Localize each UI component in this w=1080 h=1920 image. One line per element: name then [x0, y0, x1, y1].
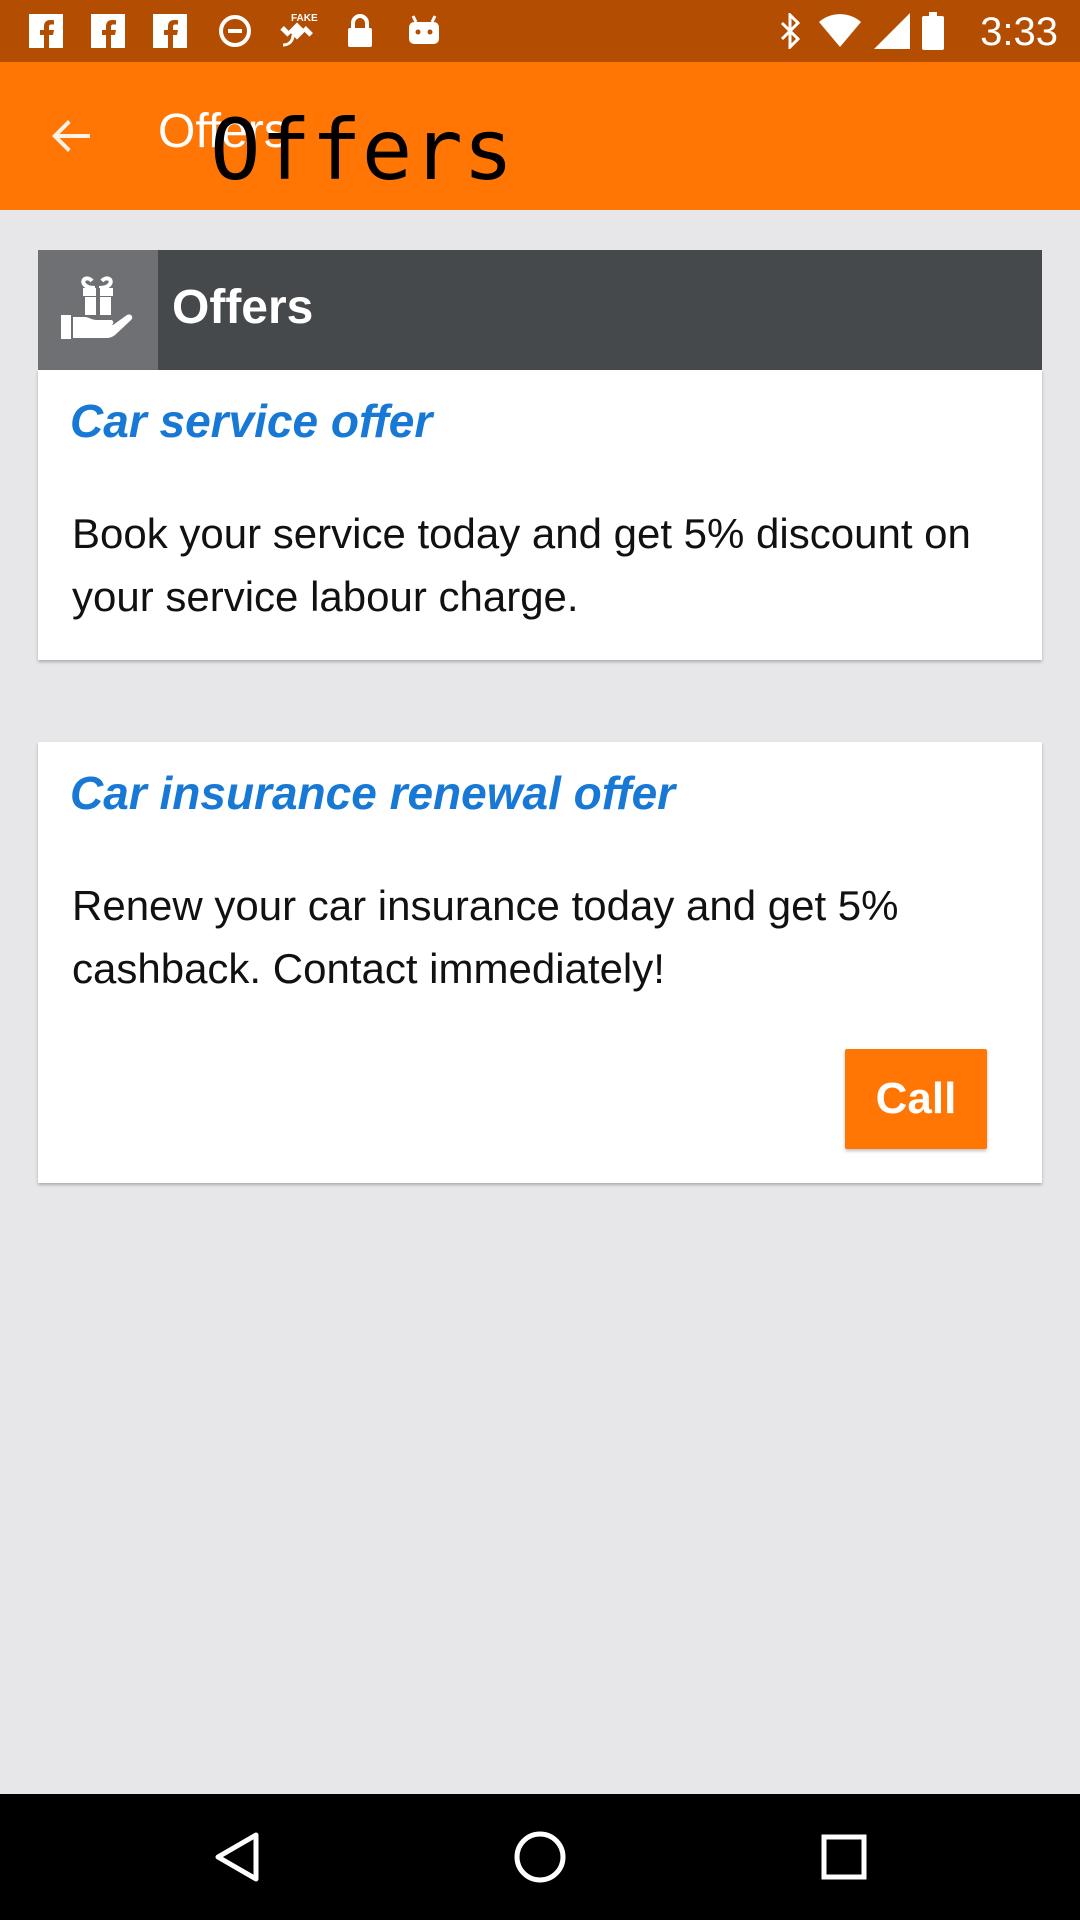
- arrow-back-icon[interactable]: [42, 106, 102, 166]
- gift-hand-icon: [38, 250, 158, 370]
- fake-gps-icon: FAKE: [276, 13, 322, 49]
- facebook-icon: [28, 13, 64, 49]
- overlay-title: Offers: [210, 101, 514, 199]
- data-saver-icon: [216, 13, 254, 49]
- back-triangle-icon[interactable]: [201, 1822, 271, 1892]
- offer-title: Car insurance renewal offer: [70, 767, 676, 819]
- svg-text:FAKE: FAKE: [291, 13, 318, 24]
- battery-icon: [920, 12, 946, 50]
- facebook-icon: [90, 13, 126, 49]
- system-nav-bar: [0, 1794, 1080, 1920]
- offer-title: Car service offer: [70, 395, 433, 447]
- android-icon: [406, 13, 442, 49]
- signal-icon: [872, 13, 912, 49]
- offers-header: Offers: [38, 250, 1042, 370]
- app-bar: Offers Offers: [0, 62, 1080, 210]
- call-button[interactable]: Call: [845, 1049, 987, 1149]
- facebook-icon: [152, 13, 188, 49]
- recents-square-icon[interactable]: [809, 1822, 879, 1892]
- wifi-icon: [818, 13, 862, 49]
- status-time: 3:33: [980, 10, 1058, 54]
- home-circle-icon[interactable]: [505, 1822, 575, 1892]
- offer-card: Car insurance renewal offer Renew your c…: [38, 742, 1042, 1183]
- bluetooth-icon: [776, 13, 806, 49]
- offer-card: Car service offer Book your service toda…: [38, 370, 1042, 660]
- offer-description: Book your service today and get 5% disco…: [72, 510, 971, 620]
- status-bar: FAKE 3:33: [0, 0, 1080, 62]
- offer-description: Renew your car insurance today and get 5…: [72, 882, 899, 992]
- offers-header-label: Offers: [172, 281, 314, 334]
- lock-icon: [344, 13, 376, 49]
